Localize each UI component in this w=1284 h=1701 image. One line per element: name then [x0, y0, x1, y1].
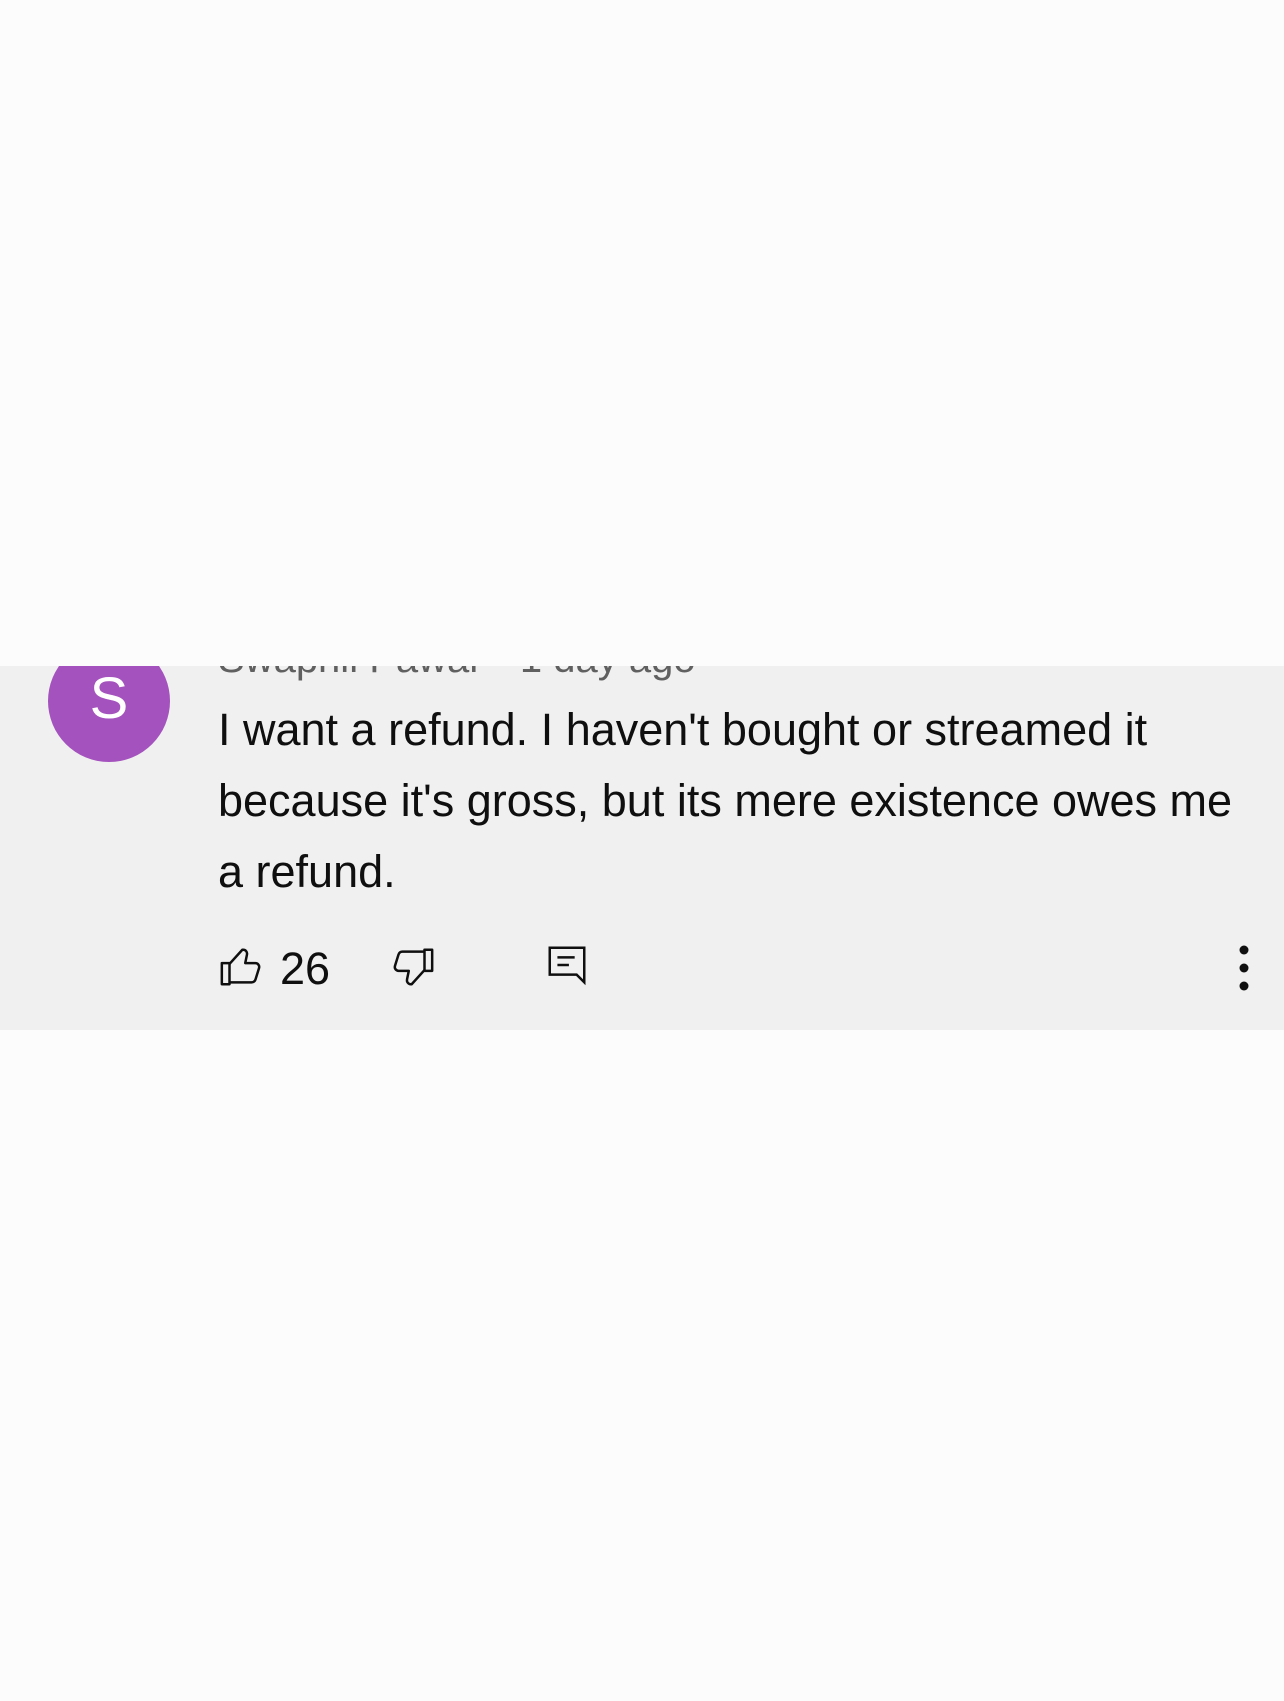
comment-actions: 26 [218, 936, 1258, 1006]
author-name[interactable]: Swapnil Pawar [218, 666, 483, 681]
meta-separator: · [483, 666, 520, 681]
thumbs-up-icon [220, 948, 261, 986]
dislike-button[interactable] [390, 944, 436, 990]
comment-card: S Swapnil Pawar·1 day ago I want a refun… [0, 666, 1284, 1030]
avatar[interactable]: S [48, 666, 170, 762]
comment-text: I want a refund. I haven't bought or str… [218, 704, 1233, 897]
reply-button[interactable] [544, 942, 590, 988]
more-options-button[interactable] [1224, 940, 1264, 996]
like-count: 26 [280, 943, 331, 994]
like-button[interactable] [218, 944, 264, 990]
comment-meta: Swapnil Pawar·1 day ago [218, 666, 696, 679]
thumbs-down-icon [393, 948, 434, 986]
avatar-letter: S [89, 666, 129, 731]
reply-comment-icon [548, 946, 586, 986]
more-vertical-icon [1239, 945, 1249, 991]
comment-timestamp: 1 day ago [520, 666, 696, 681]
